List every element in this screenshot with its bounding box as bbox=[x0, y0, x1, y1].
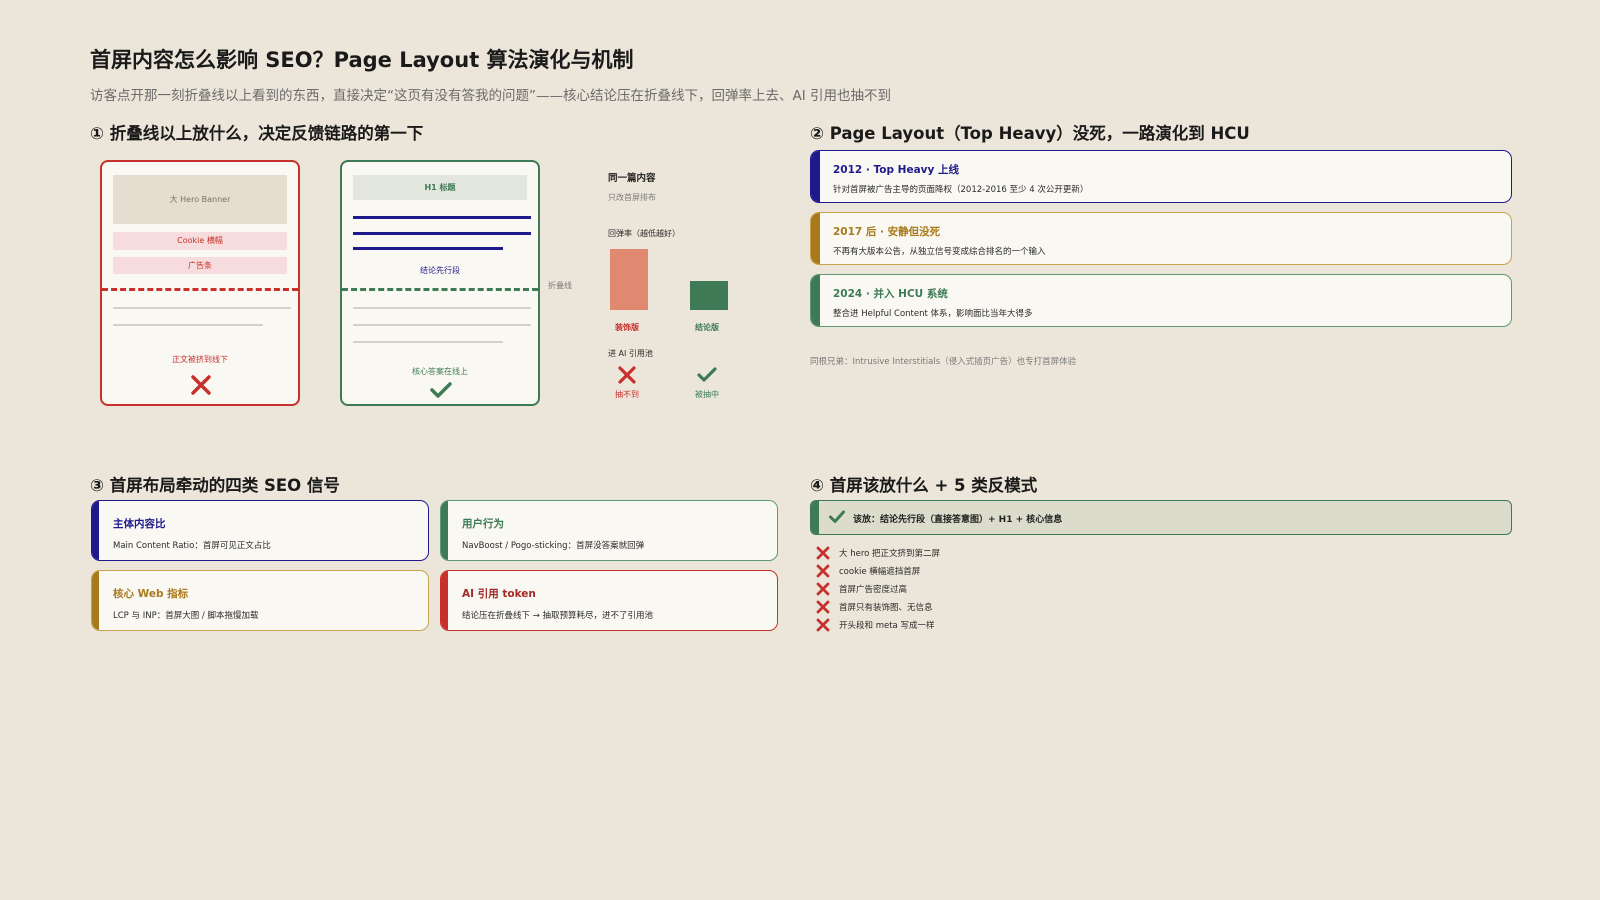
signal-card-head: 核心 Web 指标 bbox=[113, 588, 189, 600]
timeline-card-desc: 针对首屏被广告主导的页面降权（2012-2016 至少 4 次公开更新） bbox=[833, 185, 1089, 195]
anti-pattern-item: 开头段和 meta 写成一样 bbox=[816, 617, 934, 633]
signal-card-desc: 结论压在折叠线下 → 抽取预算耗尽，进不了引用池 bbox=[462, 611, 654, 621]
card-accent bbox=[92, 571, 99, 630]
signal-card-desc: LCP 与 INP：首屏大图 / 脚本拖慢加载 bbox=[113, 611, 259, 621]
card-accent bbox=[811, 501, 819, 534]
anti-pattern-item: 大 hero 把正文挤到第二屏 bbox=[816, 545, 940, 561]
ad-bar-block: 广告条 bbox=[113, 257, 287, 274]
conclusion-line bbox=[353, 232, 531, 235]
signal-card-desc: NavBoost / Pogo-sticking：首屏没答案就回弹 bbox=[462, 541, 645, 551]
section3-title: ③ 首屏布局牵动的四类 SEO 信号 bbox=[90, 476, 340, 495]
timeline-card-head: 2012 · Top Heavy 上线 bbox=[833, 164, 960, 176]
good-practice-box: 该放：结论先行段（直接答意图）+ H1 + 核心信息 bbox=[810, 500, 1512, 535]
section2-title: ② Page Layout（Top Heavy）没死，一路演化到 HCU bbox=[810, 124, 1250, 143]
decor-version-label: 装饰版 bbox=[615, 323, 639, 332]
conclusion-label: 结论先行段 bbox=[420, 266, 460, 275]
signal-card-head: 用户行为 bbox=[462, 518, 504, 530]
card-accent bbox=[811, 151, 820, 202]
timeline-card-2012: 2012 · Top Heavy 上线 针对首屏被广告主导的页面降权（2012-… bbox=[810, 150, 1512, 203]
anti-pattern-item: cookie 横幅遮挡首屏 bbox=[816, 563, 920, 579]
section2-note: 同根兄弟：Intrusive Interstitials（侵入式插页广告）也专打… bbox=[810, 357, 1077, 367]
section1-title: ① 折叠线以上放什么，决定反馈链路的第一下 bbox=[90, 124, 424, 143]
bounce-rate-label: 回弹率（越低越好） bbox=[608, 229, 680, 238]
anti-pattern-label: 首屏只有装饰图、无信息 bbox=[839, 603, 933, 613]
timeline-card-desc: 不再有大版本公告，从独立信号变成综合排名的一个输入 bbox=[833, 247, 1046, 257]
text-line bbox=[113, 307, 291, 309]
card-accent bbox=[441, 571, 448, 630]
conclusion-line bbox=[353, 247, 503, 250]
signal-card-ai-token: AI 引用 token 结论压在折叠线下 → 抽取预算耗尽，进不了引用池 bbox=[440, 570, 778, 631]
timeline-card-head: 2017 后 · 安静但没死 bbox=[833, 226, 941, 238]
signal-card-head: AI 引用 token bbox=[462, 588, 536, 600]
conclusion-ai-result: 被抽中 bbox=[695, 390, 719, 399]
compare-subtitle: 只改首屏排布 bbox=[608, 193, 656, 202]
cross-icon bbox=[816, 546, 830, 560]
good-practice-text: 该放：结论先行段（直接答意图）+ H1 + 核心信息 bbox=[853, 515, 1063, 525]
signal-card-desc: Main Content Ratio：首屏可见正文占比 bbox=[113, 541, 271, 551]
card-accent bbox=[811, 275, 820, 326]
timeline-card-2024: 2024 · 并入 HCU 系统 整合进 Helpful Content 体系，… bbox=[810, 274, 1512, 327]
fold-label: 折叠线 bbox=[548, 281, 572, 290]
anti-pattern-item: 首屏只有装饰图、无信息 bbox=[816, 599, 933, 615]
fold-line bbox=[342, 288, 538, 291]
signal-card-web-vitals: 核心 Web 指标 LCP 与 INP：首屏大图 / 脚本拖慢加载 bbox=[91, 570, 429, 631]
cross-icon bbox=[816, 600, 830, 614]
anti-pattern-label: 首屏广告密度过高 bbox=[839, 585, 908, 595]
page-title: 首屏内容怎么影响 SEO？Page Layout 算法演化与机制 bbox=[90, 48, 634, 72]
timeline-card-2017: 2017 后 · 安静但没死 不再有大版本公告，从独立信号变成综合排名的一个输入 bbox=[810, 212, 1512, 265]
cross-icon bbox=[618, 366, 636, 384]
fold-line bbox=[102, 288, 298, 291]
hero-banner-block: 大 Hero Banner bbox=[113, 175, 287, 224]
bar-conclusion-version bbox=[690, 281, 728, 310]
section4-title: ④ 首屏该放什么 + 5 类反模式 bbox=[810, 476, 1038, 495]
card-accent bbox=[92, 501, 99, 560]
text-line bbox=[353, 307, 531, 309]
text-line bbox=[113, 324, 263, 326]
check-icon bbox=[697, 367, 717, 382]
timeline-card-head: 2024 · 并入 HCU 系统 bbox=[833, 288, 948, 300]
check-icon bbox=[430, 382, 452, 398]
page-subtitle: 访客点开那一刻折叠线以上看到的东西，直接决定“这页有没有答我的问题”——核心结论… bbox=[90, 88, 891, 104]
good-layout-mock: H1 标题 结论先行段 核心答案在线上 bbox=[340, 160, 540, 406]
cross-icon bbox=[816, 618, 830, 632]
check-icon bbox=[829, 510, 845, 523]
conclusion-version-label: 结论版 bbox=[695, 323, 719, 332]
conclusion-line bbox=[353, 216, 531, 219]
bar-decor-version bbox=[610, 249, 648, 310]
compare-title: 同一篇内容 bbox=[608, 173, 656, 184]
anti-pattern-item: 首屏广告密度过高 bbox=[816, 581, 907, 597]
good-mock-caption: 核心答案在线上 bbox=[412, 367, 468, 376]
ai-pool-label: 进 AI 引用池 bbox=[608, 349, 653, 358]
bad-mock-caption: 正文被挤到线下 bbox=[172, 355, 228, 364]
signal-card-head: 主体内容比 bbox=[113, 518, 166, 530]
text-line bbox=[353, 341, 503, 343]
anti-pattern-label: 开头段和 meta 写成一样 bbox=[839, 621, 935, 631]
cookie-banner-block: Cookie 横幅 bbox=[113, 232, 287, 250]
signal-card-user-behavior: 用户行为 NavBoost / Pogo-sticking：首屏没答案就回弹 bbox=[440, 500, 778, 561]
cross-icon bbox=[816, 582, 830, 596]
signal-card-main-content: 主体内容比 Main Content Ratio：首屏可见正文占比 bbox=[91, 500, 429, 561]
cross-icon bbox=[816, 564, 830, 578]
h1-title-block: H1 标题 bbox=[353, 175, 527, 200]
decor-ai-result: 抽不到 bbox=[615, 390, 639, 399]
card-accent bbox=[441, 501, 448, 560]
card-accent bbox=[811, 213, 820, 264]
anti-pattern-label: 大 hero 把正文挤到第二屏 bbox=[839, 549, 941, 559]
anti-pattern-label: cookie 横幅遮挡首屏 bbox=[839, 567, 921, 577]
timeline-card-desc: 整合进 Helpful Content 体系，影响面比当年大得多 bbox=[833, 309, 1033, 319]
cross-icon bbox=[191, 375, 211, 395]
text-line bbox=[353, 324, 531, 326]
bad-layout-mock: 大 Hero Banner Cookie 横幅 广告条 正文被挤到线下 bbox=[100, 160, 300, 406]
